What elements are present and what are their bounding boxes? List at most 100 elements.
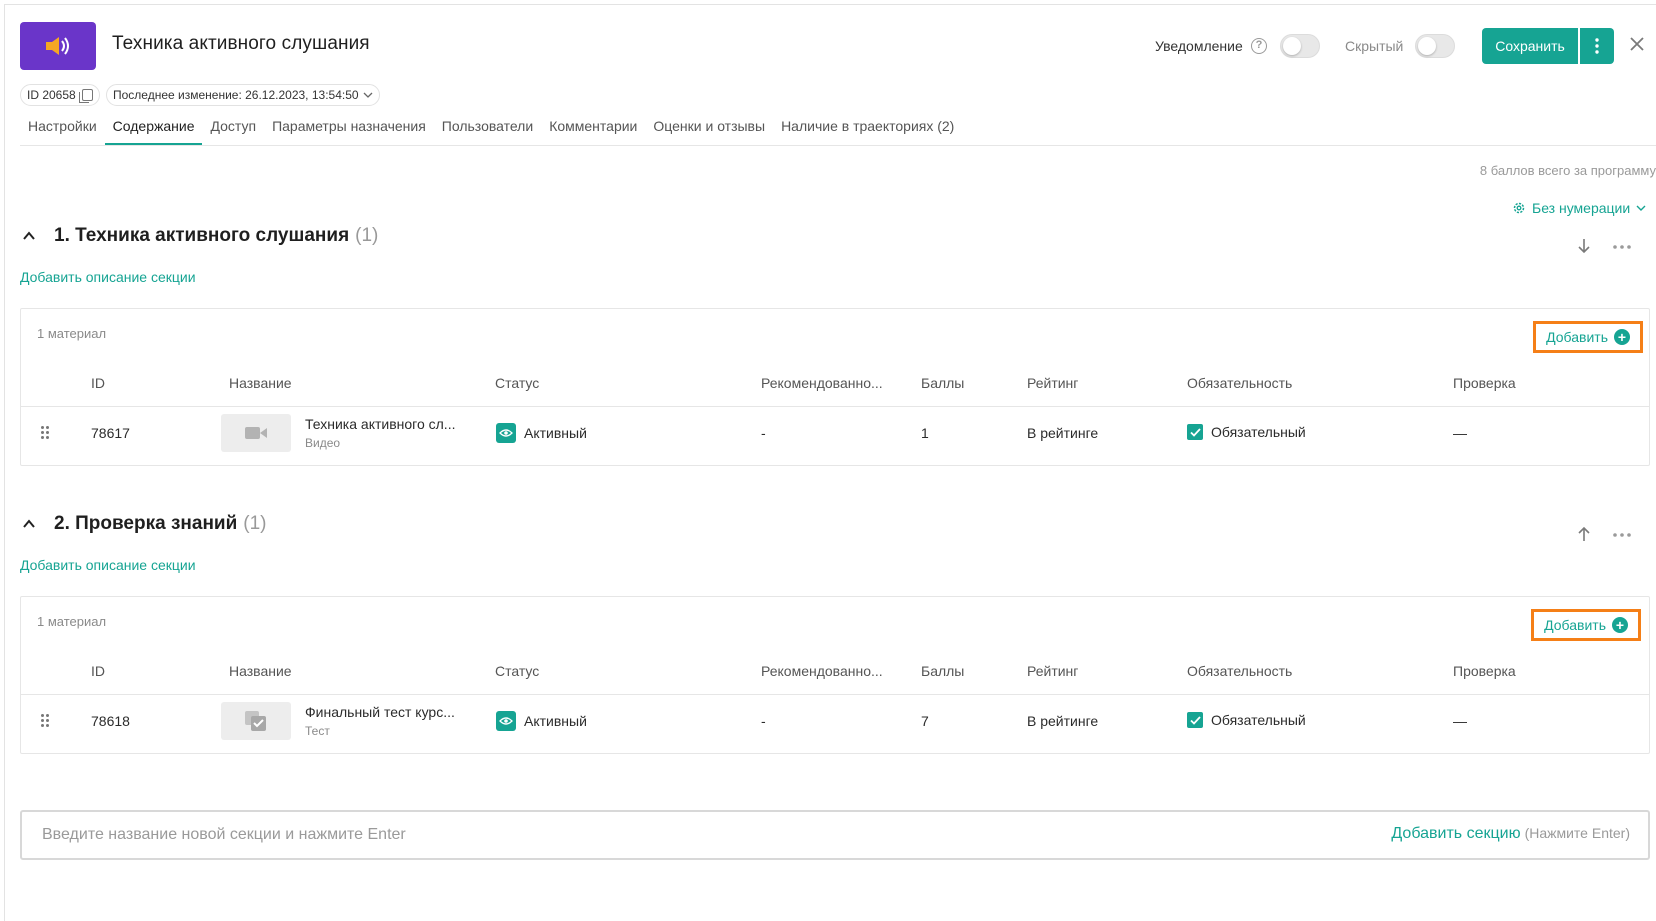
chevron-up-icon[interactable]	[22, 517, 36, 531]
col-id[interactable]: ID	[91, 375, 105, 391]
col-recommended[interactable]: Рекомендованно...	[761, 375, 883, 391]
row-recommended: -	[761, 713, 766, 729]
col-recommended[interactable]: Рекомендованно...	[761, 663, 883, 679]
material-name[interactable]: Финальный тест курс...	[305, 704, 455, 720]
table-row[interactable]: 78617 Техника активного сл... Видео Акти…	[21, 407, 1649, 459]
tab-access[interactable]: Доступ	[202, 112, 264, 146]
col-name[interactable]: Название	[229, 663, 292, 679]
row-rating: В рейтинге	[1027, 713, 1099, 729]
row-rating: В рейтинге	[1027, 425, 1099, 441]
materials-count: 1 материал	[37, 614, 107, 629]
chevron-up-icon[interactable]	[22, 229, 36, 243]
speaker-icon	[46, 37, 69, 55]
tabs-bar: Настройки Содержание Доступ Параметры на…	[20, 112, 962, 146]
add-material-button[interactable]: Добавить +	[1533, 321, 1643, 353]
tab-settings[interactable]: Настройки	[20, 112, 105, 146]
section-count: (1)	[243, 513, 267, 534]
checkbox-checked-icon[interactable]	[1187, 712, 1203, 728]
col-status[interactable]: Статус	[495, 375, 539, 391]
save-button[interactable]: Сохранить	[1482, 28, 1578, 64]
row-required: Обязательный	[1211, 424, 1306, 440]
notification-toggle[interactable]	[1280, 34, 1320, 58]
numbering-label: Без нумерации	[1532, 200, 1631, 216]
col-points[interactable]: Баллы	[921, 663, 964, 679]
row-status: Активный	[524, 713, 587, 729]
move-up-icon[interactable]	[1578, 526, 1590, 547]
gear-icon	[1513, 202, 1525, 214]
tab-trajectories[interactable]: Наличие в траекториях (2)	[773, 112, 962, 146]
numbering-select[interactable]: Без нумерации	[1512, 200, 1646, 216]
last-change-label: Последнее изменение: 26.12.2023, 13:54:5…	[113, 88, 359, 102]
row-id: 78617	[91, 425, 130, 441]
col-check[interactable]: Проверка	[1453, 663, 1516, 679]
move-down-icon[interactable]	[1578, 238, 1590, 259]
col-rating[interactable]: Рейтинг	[1027, 663, 1078, 679]
id-label: ID 20658	[27, 88, 76, 102]
tab-comments[interactable]: Комментарии	[541, 112, 645, 146]
row-check: —	[1453, 713, 1467, 729]
tab-content[interactable]: Содержание	[104, 112, 203, 146]
section-menu-icon[interactable]	[1612, 522, 1632, 543]
id-chip: ID 20658	[20, 84, 100, 106]
total-points: 8 баллов всего за программу	[1479, 163, 1656, 178]
test-check-icon	[245, 711, 266, 731]
add-section-description-link[interactable]: Добавить описание секции	[20, 269, 196, 285]
vertical-dots-icon	[1595, 38, 1599, 54]
drag-handle-icon[interactable]	[41, 426, 51, 440]
row-required: Обязательный	[1211, 712, 1306, 728]
chevron-down-icon	[1636, 205, 1646, 211]
chevron-down-icon	[363, 92, 373, 98]
close-icon[interactable]	[1630, 34, 1644, 57]
tab-assignment-params[interactable]: Параметры назначения	[264, 112, 434, 146]
section-menu-icon[interactable]	[1612, 234, 1632, 255]
table-row[interactable]: 78618 Финальный тест курс... Тест Активн…	[21, 695, 1649, 747]
copy-icon[interactable]	[78, 89, 93, 103]
section-title: 2. Проверка знаний	[54, 513, 238, 534]
table-header: ID Название Статус Рекомендованно... Бал…	[21, 645, 1649, 695]
col-id[interactable]: ID	[91, 663, 105, 679]
last-change-chip[interactable]: Последнее изменение: 26.12.2023, 13:54:5…	[106, 84, 380, 106]
add-section-hint: (Нажмите Enter)	[1524, 825, 1630, 841]
section-title: 1. Техника активного слушания	[54, 225, 350, 246]
section-count: (1)	[355, 225, 379, 246]
col-name[interactable]: Название	[229, 375, 292, 391]
checkbox-checked-icon[interactable]	[1187, 424, 1203, 440]
page-title: Техника активного слушания	[112, 33, 370, 54]
more-options-button[interactable]	[1580, 28, 1614, 64]
add-section-button[interactable]: Добавить секцию (Нажмите Enter)	[1391, 825, 1630, 843]
col-rating[interactable]: Рейтинг	[1027, 375, 1078, 391]
col-check[interactable]: Проверка	[1453, 375, 1516, 391]
material-type: Видео	[305, 436, 341, 450]
add-section-description-link[interactable]: Добавить описание секции	[20, 557, 196, 573]
video-camera-icon	[245, 427, 267, 439]
row-check: —	[1453, 425, 1467, 441]
section-header: 2. Проверка знаний (1)	[22, 510, 267, 538]
notification-label: Уведомление	[1155, 38, 1243, 54]
add-material-label: Добавить	[1546, 329, 1608, 345]
hidden-label: Скрытый	[1345, 38, 1404, 54]
course-logo	[20, 22, 96, 70]
new-section-input[interactable]	[42, 826, 1242, 844]
eye-icon	[496, 423, 516, 443]
tabs-divider	[20, 145, 1656, 146]
add-material-button[interactable]: Добавить +	[1531, 609, 1641, 641]
tab-users[interactable]: Пользователи	[434, 112, 541, 146]
materials-table: 1 материал Добавить + ID Название Статус…	[20, 308, 1650, 466]
col-status[interactable]: Статус	[495, 663, 539, 679]
drag-handle-icon[interactable]	[41, 714, 51, 728]
row-id: 78618	[91, 713, 130, 729]
add-material-label: Добавить	[1544, 617, 1606, 633]
eye-icon	[496, 711, 516, 731]
plus-icon: +	[1614, 329, 1630, 345]
row-recommended: -	[761, 425, 766, 441]
col-points[interactable]: Баллы	[921, 375, 964, 391]
help-icon[interactable]: ?	[1251, 38, 1267, 54]
tab-reviews[interactable]: Оценки и отзывы	[645, 112, 773, 146]
row-points: 7	[921, 713, 929, 729]
row-points: 1	[921, 425, 929, 441]
hidden-toggle[interactable]	[1415, 34, 1455, 58]
col-required[interactable]: Обязательность	[1187, 375, 1292, 391]
col-required[interactable]: Обязательность	[1187, 663, 1292, 679]
plus-icon: +	[1612, 617, 1628, 633]
material-name[interactable]: Техника активного сл...	[305, 416, 455, 432]
